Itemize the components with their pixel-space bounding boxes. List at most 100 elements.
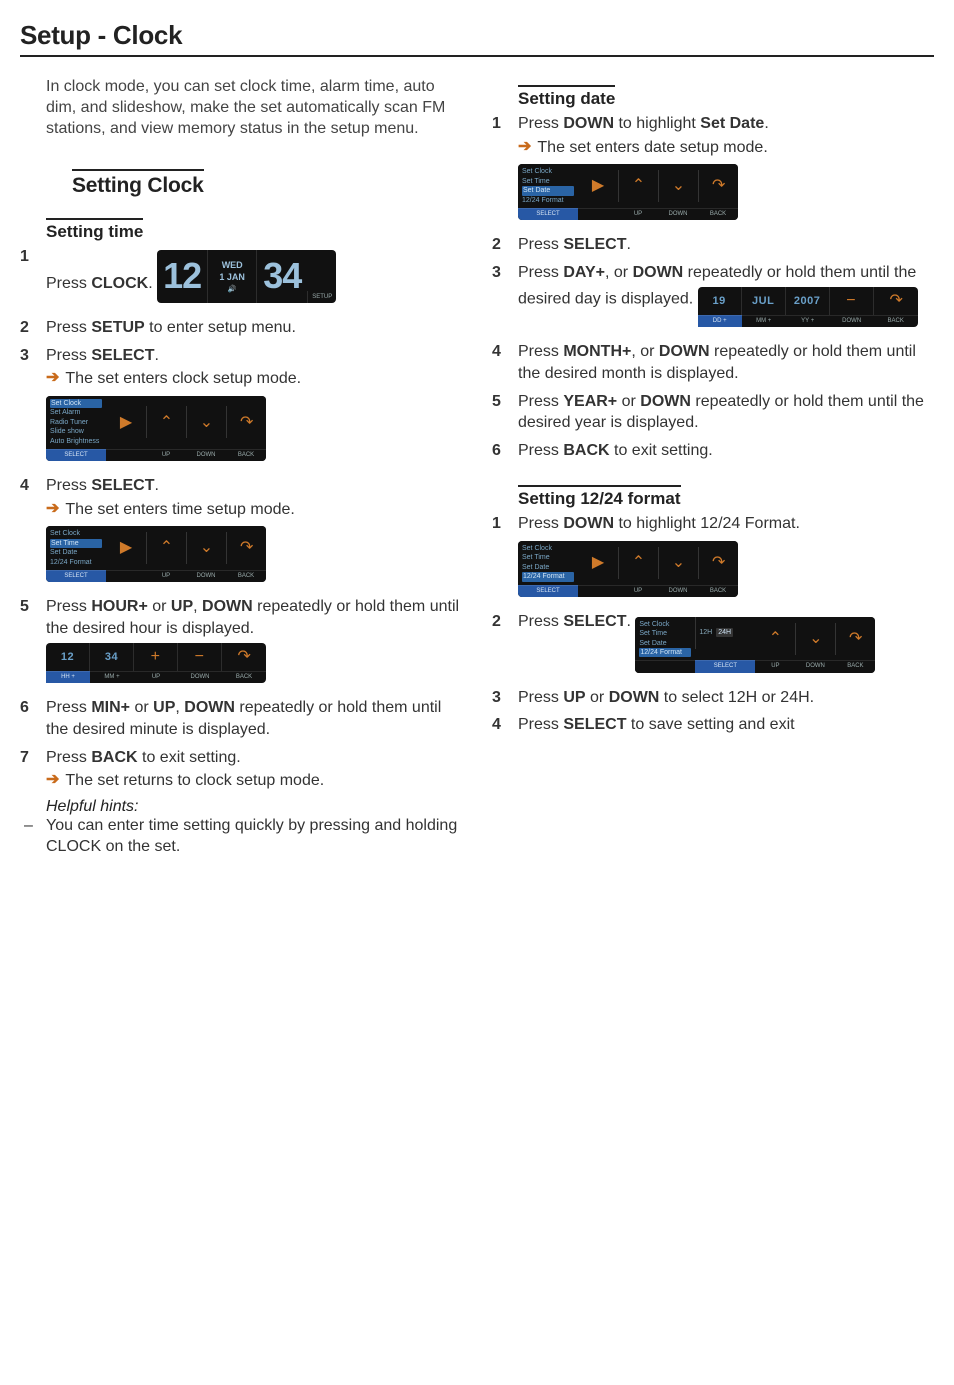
button-label: SELECT: [46, 449, 106, 461]
result-text: The set returns to clock setup mode.: [65, 770, 324, 792]
step-text: Press SELECT to save setting and exit: [518, 716, 795, 733]
button-label: [106, 570, 146, 582]
step-text: Press SETUP to enter setup menu.: [46, 319, 296, 336]
step-number: 1: [492, 113, 501, 135]
button-label: DOWN: [186, 570, 226, 582]
button-label: MM +: [742, 315, 786, 327]
result-arrow-icon: ➔: [46, 499, 59, 520]
step-result: ➔ The set returns to clock setup mode.: [46, 770, 462, 792]
step-text: Press UP or DOWN to select 12H or 24H.: [518, 689, 814, 706]
up-icon: ⌃: [146, 532, 186, 564]
button-label: DOWN: [658, 208, 698, 220]
time-step: 4 Press SELECT. ➔ The set enters time se…: [20, 475, 462, 590]
clock-date: 1 JAN: [219, 271, 245, 283]
up-icon: ⌃: [755, 623, 795, 655]
button-label: YY +: [786, 315, 830, 327]
step-number: 3: [492, 262, 501, 284]
device-menu-1224-select: Set Clock Set Time Set Date 12/24 Format…: [635, 617, 875, 673]
up-icon: ⌃: [618, 547, 658, 579]
down-icon: ⌄: [795, 623, 835, 655]
dash-bullet: –: [24, 816, 33, 837]
time-step: 3 Press SELECT. ➔ The set enters clock s…: [20, 345, 462, 469]
result-arrow-icon: ➔: [518, 137, 531, 158]
button-label: DD +: [698, 315, 742, 327]
volume-icon: 🔊: [228, 285, 237, 294]
time-steps-list: 1 Press CLOCK. 12 WED 1 JAN 🔊 34 SETUP 2…: [20, 246, 462, 791]
step-text: Press DOWN to highlight 12/24 Format.: [518, 515, 800, 532]
year-value: 2007: [786, 287, 830, 315]
button-label: UP: [146, 449, 186, 461]
hint-item: – You can enter time setting quickly by …: [20, 816, 462, 858]
day-value: 19: [698, 287, 742, 315]
play-icon: ▶: [578, 170, 618, 202]
up-icon: ⌃: [146, 406, 186, 438]
button-label: SELECT: [46, 570, 106, 582]
menu-list: Set Clock Set Time Set Date 12/24 Format: [46, 526, 106, 570]
device-hour-row: 12 34 + − HH + MM + UP DOWN BACK: [46, 643, 266, 683]
button-label: DOWN: [830, 315, 874, 327]
menu-item: 12/24 Format: [50, 558, 102, 567]
step-number: 4: [20, 475, 29, 497]
button-label: BACK: [698, 208, 738, 220]
format-steps-list: 1 Press DOWN to highlight 12/24 Format. …: [492, 513, 934, 735]
back-icon: [222, 643, 266, 671]
step-number: 1: [20, 246, 29, 268]
time-step: 5 Press HOUR+ or UP, DOWN repeatedly or …: [20, 596, 462, 691]
menu-list: Set Clock Set Time Set Date 12/24 Format: [635, 617, 695, 661]
subsection-setting-1224: Setting 12/24 format: [518, 485, 681, 509]
down-icon: ⌄: [186, 406, 226, 438]
menu-item: Set Date: [522, 186, 574, 195]
menu-item: 12/24 Format: [639, 648, 691, 657]
step-number: 4: [492, 341, 501, 363]
play-icon: ▶: [106, 532, 146, 564]
subsection-setting-date: Setting date: [518, 85, 615, 109]
button-label: DOWN: [178, 671, 222, 683]
button-label: [635, 660, 695, 672]
result-arrow-icon: ➔: [46, 368, 59, 389]
step-text: Press SELECT.: [46, 347, 159, 364]
clock-mid: WED 1 JAN 🔊: [207, 250, 257, 303]
menu-item: Set Alarm: [50, 408, 102, 417]
step-text: Press SELECT.: [46, 477, 159, 494]
button-label: DOWN: [186, 449, 226, 461]
back-icon: [698, 547, 738, 579]
back-icon: [874, 287, 918, 315]
subsection-setting-time: Setting time: [46, 218, 143, 242]
step-text: Press SELECT.: [518, 613, 631, 630]
menu-item: Auto Brightness: [50, 437, 102, 446]
plus-icon: +: [134, 643, 178, 671]
left-column: In clock mode, you can set clock time, a…: [20, 77, 462, 861]
step-number: 4: [492, 714, 501, 736]
menu-item: Set Clock: [522, 167, 574, 176]
device-date-row: 19 JUL 2007 − DD + MM + YY + DOWN BACK: [698, 287, 918, 327]
device-menu-date: Set Clock Set Time Set Date 12/24 Format…: [518, 164, 738, 220]
format-step: 1 Press DOWN to highlight 12/24 Format. …: [492, 513, 934, 604]
format-step: 4 Press SELECT to save setting and exit: [492, 714, 934, 736]
month-value: JUL: [742, 287, 786, 315]
menu-item: Set Date: [522, 563, 574, 572]
down-icon: ⌄: [658, 170, 698, 202]
button-label: UP: [618, 208, 658, 220]
back-icon: [698, 170, 738, 202]
date-steps-list: 1 Press DOWN to highlight Set Date. ➔ Th…: [492, 113, 934, 461]
step-number: 6: [492, 440, 501, 462]
clock-day: WED: [222, 259, 243, 271]
menu-item: Slide show: [50, 427, 102, 436]
button-label: UP: [618, 585, 658, 597]
button-label: [578, 208, 618, 220]
date-step: 2 Press SELECT.: [492, 234, 934, 256]
button-label: [578, 585, 618, 597]
step-text: Press BACK to exit setting.: [46, 749, 241, 766]
clock-display: 12 WED 1 JAN 🔊 34 SETUP: [157, 250, 336, 303]
menu-item: Set Clock: [639, 620, 691, 629]
menu-item: Set Date: [50, 548, 102, 557]
menu-item: 12/24 Format: [522, 572, 574, 581]
step-number: 1: [492, 513, 501, 535]
hints-list: – You can enter time setting quickly by …: [20, 816, 462, 858]
device-menu-1224: Set Clock Set Time Set Date 12/24 Format…: [518, 541, 738, 597]
hour-value: 12: [46, 643, 90, 671]
minute-value: 34: [90, 643, 134, 671]
play-icon: ▶: [578, 547, 618, 579]
clock-setup-label: SETUP: [307, 291, 336, 303]
date-step: 3 Press DAY+, or DOWN repeatedly or hold…: [492, 262, 934, 336]
